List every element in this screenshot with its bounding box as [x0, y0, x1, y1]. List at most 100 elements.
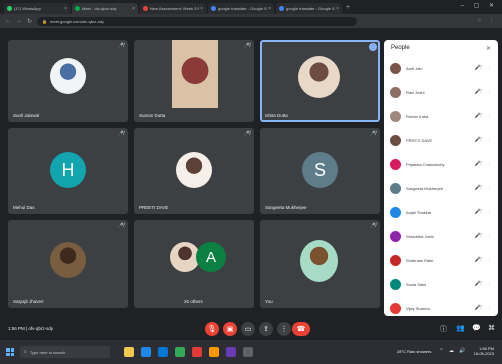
windows-taskbar: ⌕ Type here to search 28°C Rain showers …	[0, 340, 502, 364]
browser-tab-whatsapp[interactable]: (17) WhatsApp ×	[4, 3, 70, 14]
people-list-item[interactable]: PREETI DAVE 🎤̸ ⋮	[384, 128, 498, 152]
browser-tab-search[interactable]: google translate - Google Search ×	[208, 3, 274, 14]
taskbar-app-icon[interactable]	[226, 347, 236, 357]
tab-label: (17) WhatsApp	[14, 6, 41, 11]
people-list-item[interactable]: Sonia Saini 🎤̸ ⋮	[384, 272, 498, 296]
more-options-icon[interactable]: ⋮	[487, 137, 492, 143]
reload-icon[interactable]: ↻	[27, 18, 32, 25]
close-icon[interactable]: ×	[268, 6, 271, 12]
chat-icon[interactable]: 💬	[472, 324, 481, 332]
captions-button[interactable]: ▭	[241, 322, 255, 336]
participant-name: Ishita Dutta	[265, 113, 288, 118]
browser-tab-search-2[interactable]: google translate - Google Search ×	[276, 3, 342, 14]
present-button[interactable]: ⇪	[259, 322, 273, 336]
people-list-item[interactable]: Vijay Sharma 🎤̸ ⋮	[384, 296, 498, 316]
more-options-button[interactable]: ⋮	[277, 322, 291, 336]
mic-off-button[interactable]: 🎙	[205, 322, 219, 336]
mic-muted-icon: 🎤̸	[474, 281, 481, 287]
people-list-item[interactable]: Rohan Kalra 🎤̸ ⋮	[384, 104, 498, 128]
close-icon[interactable]: ×	[64, 6, 67, 12]
taskbar-app-icon[interactable]	[158, 347, 168, 357]
mic-muted-icon: 🎤̸	[369, 131, 376, 137]
taskbar-search-box[interactable]: ⌕ Type here to search	[20, 346, 110, 358]
taskbar-app-icon[interactable]	[141, 347, 151, 357]
participant-name: Shabnam Patel	[406, 257, 434, 263]
mic-muted-icon: 🎤̸	[474, 257, 481, 263]
tray-icons[interactable]: ⌃ ☁ 🔊	[439, 348, 467, 354]
mic-muted-icon: 🎤̸	[474, 209, 481, 215]
taskbar-app-icon[interactable]	[175, 347, 185, 357]
more-options-icon[interactable]: ⋮	[487, 305, 492, 311]
participant-avatar	[390, 62, 401, 74]
new-tab-icon[interactable]: +	[346, 4, 350, 11]
participant-name: Ravi Joshi	[406, 89, 425, 95]
more-options-icon[interactable]: ⋮	[487, 233, 492, 239]
taskbar-clock[interactable]: 1:56 PM 18-05-2023	[474, 346, 494, 356]
close-icon[interactable]: ×	[336, 6, 339, 12]
mic-muted-icon: 🎤̸	[474, 233, 481, 239]
window-controls[interactable]: – ▢ ✕	[461, 2, 498, 9]
taskbar-app-icon[interactable]	[243, 347, 253, 357]
browser-extension-icons[interactable]: ☆ ⋮	[477, 18, 497, 24]
people-icon[interactable]: 👥	[456, 324, 465, 332]
people-list-item[interactable]: Amit Jain 🎤̸ ⋮	[384, 56, 498, 80]
people-panel-header: People ✕	[384, 40, 498, 56]
participant-name: Sangeeta Mukherjee	[406, 185, 443, 191]
more-options-icon[interactable]: ⋮	[369, 43, 377, 51]
taskbar-app-icon[interactable]	[209, 347, 219, 357]
camera-off-button[interactable]: ▣	[223, 322, 237, 336]
tab-label: google translate - Google Search	[218, 6, 267, 11]
participant-tile-you[interactable]: 🎤̸ You	[260, 220, 380, 308]
clock-date: 18-05-2023	[473, 351, 494, 356]
browser-tab-strip: (17) WhatsApp × Meet - ofv-qbrz-sdy × Ne…	[0, 0, 502, 14]
close-icon[interactable]: ✕	[486, 45, 491, 52]
taskbar-app-icon[interactable]	[192, 347, 202, 357]
people-list-item[interactable]: Anjali Thakkar 🎤̸ ⋮	[384, 200, 498, 224]
participant-tile[interactable]: 🎤̸ Sunil Jaiswal	[8, 40, 128, 122]
tab-label: Meet - ofv-qbrz-sdy	[82, 6, 117, 11]
more-options-icon[interactable]: ⋮	[487, 257, 492, 263]
participant-tile[interactable]: H 🎤̸ Mehul Das	[8, 128, 128, 214]
activities-icon[interactable]: ⌘	[488, 324, 495, 332]
info-icon[interactable]: ⓘ	[440, 324, 447, 334]
participant-tile[interactable]: 🎤̸ Suman Dutta	[134, 40, 254, 122]
mic-muted-icon: 🎤̸	[474, 161, 481, 167]
weather-widget[interactable]: 28°C Rain showers	[397, 349, 431, 354]
back-icon[interactable]: ←	[5, 18, 11, 24]
browser-tab-assessment[interactable]: New Assessment: Week 3 Revie ×	[140, 3, 206, 14]
participant-tile[interactable]: 🎤̸ Satyajit Jhaveri	[8, 220, 128, 308]
participant-name: PREETI DAVE	[406, 137, 433, 143]
more-options-icon[interactable]: ⋮	[487, 161, 492, 167]
close-icon[interactable]: ×	[132, 6, 135, 12]
more-options-icon[interactable]: ⋮	[487, 209, 492, 215]
url-field[interactable]: 🔒 meet.google.com/ofv-qbrz-sdy	[37, 16, 358, 26]
people-list-item[interactable]: Ravi Joshi 🎤̸ ⋮	[384, 80, 498, 104]
address-bar: ← → ↻ 🔒 meet.google.com/ofv-qbrz-sdy ☆ ⋮	[0, 14, 502, 28]
participant-tile[interactable]: S 🎤̸ Sangeeta Mukherjee	[260, 128, 380, 214]
more-options-icon[interactable]: ⋮	[487, 281, 492, 287]
more-options-icon[interactable]: ⋮	[487, 89, 492, 95]
forward-icon[interactable]: →	[16, 18, 22, 24]
more-options-icon[interactable]: ⋮	[487, 185, 492, 191]
people-list-item[interactable]: Priyanka Chakraborty 🎤̸ ⋮	[384, 152, 498, 176]
participant-name: Vijay Sharma	[406, 305, 430, 311]
participant-tile-self[interactable]: ⋮ Ishita Dutta	[260, 40, 380, 122]
leave-call-button[interactable]: ☎	[292, 322, 310, 336]
others-tile[interactable]: A 26 others	[134, 220, 254, 308]
participant-tile[interactable]: 🎤̸ PREETI DAVE	[134, 128, 254, 214]
tab-label: google translate - Google Search	[286, 6, 335, 11]
tab-label: New Assessment: Week 3 Revie	[150, 6, 199, 11]
active-speaker-frame	[260, 40, 380, 122]
people-list-item[interactable]: Shabnam Patel 🎤̸ ⋮	[384, 248, 498, 272]
people-list-item[interactable]: Sangeeta Mukherjee 🎤̸ ⋮	[384, 176, 498, 200]
more-options-icon[interactable]: ⋮	[487, 65, 492, 71]
people-list-item[interactable]: Shraddha Joshi 🎤̸ ⋮	[384, 224, 498, 248]
mic-muted-icon: 🎤̸	[243, 43, 250, 49]
participant-avatar	[390, 278, 401, 290]
browser-tab-meet[interactable]: Meet - ofv-qbrz-sdy ×	[72, 3, 138, 14]
more-options-icon[interactable]: ⋮	[487, 113, 492, 119]
close-icon[interactable]: ×	[200, 6, 203, 12]
participant-avatar	[390, 302, 401, 314]
taskbar-app-icon[interactable]	[124, 347, 134, 357]
windows-start-icon[interactable]	[6, 348, 14, 356]
